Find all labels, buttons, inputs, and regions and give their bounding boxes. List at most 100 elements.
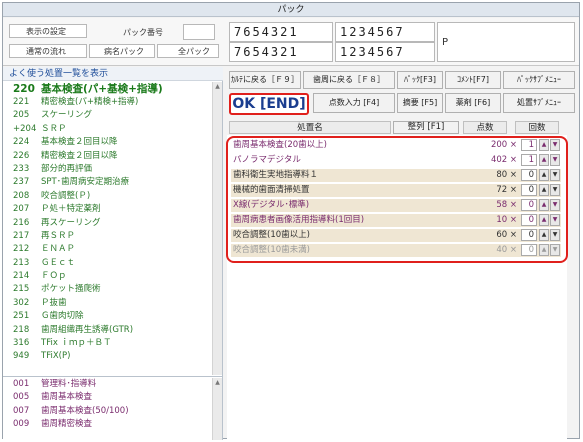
treatment-points: 80 × — [496, 170, 517, 180]
increment-icon[interactable]: ▲ — [539, 154, 549, 166]
increment-icon[interactable]: ▲ — [539, 199, 549, 211]
treatment-row[interactable]: 機械的歯面清掃処置 72 × 0 ▲ ▼ — [231, 184, 561, 197]
summary-button[interactable]: 摘要 [F5] — [397, 93, 443, 113]
decrement-icon[interactable]: ▼ — [550, 184, 560, 196]
list-item[interactable]: 007 歯周基本検査(50/100) — [3, 405, 212, 418]
treatment-points: 402 × — [490, 155, 517, 165]
quantity-field[interactable]: 0 — [521, 244, 537, 256]
teeth-upper-right[interactable]: 7654321 — [229, 22, 333, 42]
quantity-field[interactable]: 0 — [521, 229, 537, 241]
list-item[interactable]: 949 TFiX(P) — [3, 350, 212, 363]
quantity-field[interactable]: 0 — [521, 199, 537, 211]
list-item[interactable]: 009 歯周精密検査 — [3, 418, 212, 431]
teeth-upper-left[interactable]: 1234567 — [335, 22, 435, 42]
normal-flow-button[interactable]: 通常の流れ — [9, 44, 87, 58]
increment-icon[interactable]: ▲ — [539, 169, 549, 181]
decrement-icon[interactable]: ▼ — [550, 154, 560, 166]
pack-number-input[interactable] — [183, 24, 215, 40]
decrement-icon[interactable]: ▼ — [550, 199, 560, 211]
decrement-icon[interactable]: ▼ — [550, 214, 560, 226]
decrement-icon[interactable]: ▼ — [550, 229, 560, 241]
item-label: 部分的再評価 — [41, 163, 93, 174]
quantity-field[interactable]: 0 — [521, 169, 537, 181]
list-item[interactable]: 207 Ｐ処＋特定薬剤 — [3, 203, 212, 216]
list-item[interactable]: 212 ＥＮＡＰ — [3, 243, 212, 256]
drug-button[interactable]: 薬剤 [F6] — [445, 93, 501, 113]
treatment-row[interactable]: X線(デジタル･標準) 58 × 0 ▲ ▼ — [231, 199, 561, 212]
list-item[interactable]: 217 再ＳＲＰ — [3, 230, 212, 243]
list-item-selected[interactable]: 220 基本検査(パ+基検+指導) — [3, 82, 212, 96]
list-item[interactable]: 224 基本検査２回目以降 — [3, 136, 212, 149]
teeth-lower-left[interactable]: 1234567 — [335, 42, 435, 62]
increment-icon[interactable]: ▲ — [539, 184, 549, 196]
list-item[interactable]: 216 再スケーリング — [3, 217, 212, 230]
item-label: ＦＯｐ — [41, 271, 67, 282]
list-item[interactable]: 215 ポケット掻爬術 — [3, 283, 212, 296]
scroll-up-icon[interactable]: ▲ — [213, 378, 222, 388]
treatment-row[interactable]: 咬合調整(10歯以上) 60 × 0 ▲ ▼ — [231, 229, 561, 242]
treatment-row[interactable]: 歯周病患者画像活用指導料(1回目) 10 × 0 ▲ ▼ — [231, 214, 561, 227]
list-item[interactable]: 214 ＦＯｐ — [3, 270, 212, 283]
decrement-icon[interactable]: ▼ — [550, 139, 560, 151]
item-code: 949 — [13, 351, 30, 362]
treatment-name: X線(デジタル･標準) — [233, 200, 310, 210]
sort-button[interactable]: 整列 [F1] — [393, 121, 459, 134]
list-item[interactable]: 221 精密検査(パ+精検+指導) — [3, 96, 212, 109]
item-code: 224 — [13, 137, 30, 148]
list-scrollbar[interactable]: ▲ — [212, 82, 222, 375]
display-settings-button[interactable]: 表示の設定 — [9, 24, 87, 38]
pack-window: パック 表示の設定 パック番号 通常の流れ 病名パック 全パック 7654321… — [2, 2, 580, 440]
list-item[interactable]: 251 Ｇ歯肉切除 — [3, 310, 212, 323]
decrement-icon[interactable]: ▼ — [550, 169, 560, 181]
treatment-row[interactable]: 歯科衛生実地指導料１ 80 × 0 ▲ ▼ — [231, 169, 561, 182]
quantity-field[interactable]: 1 — [521, 139, 537, 151]
treatment-name: 歯周基本検査(20歯以上) — [233, 140, 327, 150]
frequent-treatments-toggle[interactable]: よく使う処置一覧を表示 — [3, 67, 223, 81]
pack-button[interactable]: ﾊﾟｯｸ[F3] — [397, 71, 443, 89]
list-item[interactable]: 001 管理料･指導料 — [3, 378, 212, 391]
pack-sub-menu-button[interactable]: ﾊﾟｯｸｻﾌﾞﾒﾆｭｰ — [503, 71, 575, 89]
normal-flow-label: 通常の流れ — [26, 47, 66, 56]
quantity-field[interactable]: 0 — [521, 214, 537, 226]
list-item[interactable]: 302 Ｐ抜歯 — [3, 297, 212, 310]
treatment-row[interactable]: 歯周基本検査(20歯以上) 200 × 1 ▲ ▼ — [231, 139, 561, 152]
increment-icon[interactable]: ▲ — [539, 229, 549, 241]
item-code: 213 — [13, 257, 30, 268]
increment-icon[interactable]: ▲ — [539, 214, 549, 226]
quantity-field[interactable]: 1 — [521, 154, 537, 166]
list-item[interactable]: 205 スケーリング — [3, 109, 212, 122]
ok-end-button[interactable]: OK [END] — [229, 93, 309, 115]
perio-back-button[interactable]: 歯周に戻る［Ｆ８］ — [303, 71, 395, 89]
comment-button[interactable]: ｺﾒﾝﾄ[F7] — [445, 71, 501, 89]
treatment-row[interactable]: パノラマデジタル 402 × 1 ▲ ▼ — [231, 154, 561, 167]
points-input-button[interactable]: 点数入力 [F4] — [313, 93, 395, 113]
column-treatment-name: 処置名 — [229, 121, 391, 134]
teeth-lower-right[interactable]: 7654321 — [229, 42, 333, 62]
item-code: 205 — [13, 110, 30, 121]
list-item[interactable]: 208 咬合調整(Ｐ) — [3, 190, 212, 203]
list-item[interactable]: 237 SPT･歯周病安定期治療 — [3, 176, 212, 189]
item-label: 再スケーリング — [41, 217, 101, 228]
named-pack-button[interactable]: 病名パック — [89, 44, 155, 58]
increment-icon[interactable]: ▲ — [539, 244, 549, 256]
side-label: P — [442, 37, 449, 48]
scroll-up-icon[interactable]: ▲ — [213, 82, 222, 92]
list-item[interactable]: 005 歯周基本検査 — [3, 391, 212, 404]
category-list: 001 管理料･指導料 005 歯周基本検査 007 歯周基本検査(50/100) 009 歯… — [3, 378, 212, 440]
list-item[interactable]: 316 TFix ｉｍｐ＋ＢＴ — [3, 337, 212, 350]
list-item[interactable]: 233 部分的再評価 — [3, 163, 212, 176]
all-pack-button[interactable]: 全パック — [157, 44, 219, 58]
increment-icon[interactable]: ▲ — [539, 139, 549, 151]
list-item[interactable]: +204 ＳＲＰ — [3, 123, 212, 136]
item-label: 管理料･指導料 — [41, 379, 97, 389]
quantity-field[interactable]: 0 — [521, 184, 537, 196]
list-item[interactable]: 218 歯周組織再生誘導(GTR) — [3, 324, 212, 337]
item-code: 233 — [13, 163, 30, 174]
category-scrollbar[interactable]: ▲ — [212, 378, 222, 440]
karte-back-button[interactable]: ｶﾙﾃに戻る［Ｆ９］ — [229, 71, 301, 89]
treatment-row[interactable]: 咬合調整(10歯未満) 40 × 0 ▲ ▼ — [231, 244, 561, 257]
decrement-icon[interactable]: ▼ — [550, 244, 560, 256]
list-item[interactable]: 213 ＧＥｃｔ — [3, 257, 212, 270]
list-item[interactable]: 226 精密検査２回目以降 — [3, 150, 212, 163]
treatment-sub-menu-button[interactable]: 処置ｻﾌﾞﾒﾆｭｰ — [503, 93, 575, 113]
